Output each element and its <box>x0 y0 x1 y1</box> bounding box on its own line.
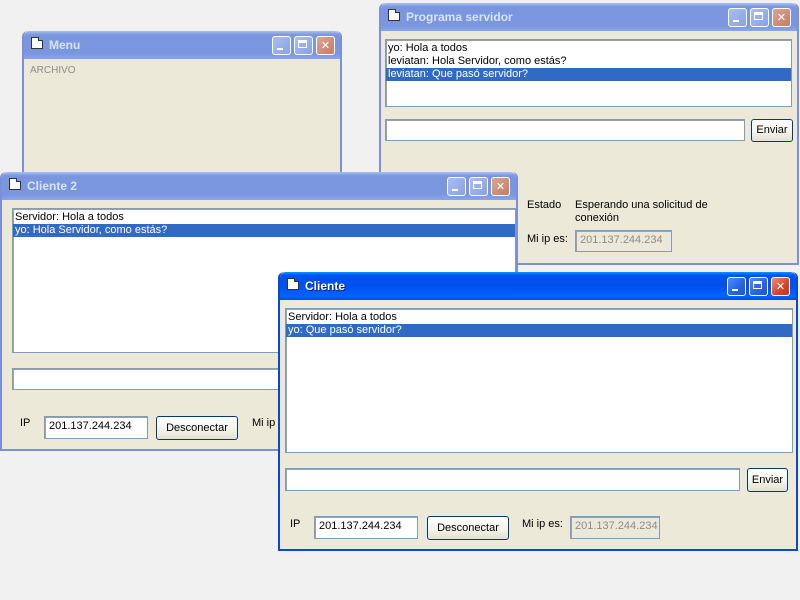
maximize-icon[interactable] <box>749 277 768 296</box>
list-item[interactable]: leviatan: Que pasó servidor? <box>386 68 791 81</box>
app-window-icon <box>287 278 299 290</box>
client-my-ip-label: Mi ip es: <box>522 518 563 530</box>
app-window-icon <box>9 178 21 190</box>
client-window: Cliente ✕ Servidor: Hola a todos yo: Que… <box>278 272 798 551</box>
list-item[interactable]: Servidor: Hola a todos <box>13 211 515 224</box>
list-item[interactable]: yo: Hola Servidor, como estás? <box>13 224 515 237</box>
maximize-icon[interactable] <box>294 36 313 55</box>
server-my-ip-field: 201.137.244.234 <box>575 230 672 252</box>
client2-ip-field[interactable]: 201.137.244.234 <box>44 416 148 439</box>
estado-value-line2: conexión <box>575 212 620 224</box>
maximize-icon[interactable] <box>469 177 488 196</box>
client-window-title: Cliente <box>305 279 346 293</box>
client-ip-label: IP <box>290 518 301 530</box>
app-window-icon <box>388 9 400 21</box>
client2-window-title: Cliente 2 <box>27 179 78 193</box>
list-item[interactable]: yo: Que pasó servidor? <box>286 324 792 337</box>
minimize-icon[interactable] <box>728 8 747 27</box>
client2-ip-label: IP <box>20 417 31 429</box>
menu-window-titlebar[interactable]: Menu ✕ <box>24 31 340 59</box>
maximize-icon[interactable] <box>750 8 769 27</box>
minimize-icon[interactable] <box>447 177 466 196</box>
client2-disconnect-button[interactable]: Desconectar <box>156 416 238 440</box>
app-window-icon <box>31 37 43 49</box>
client2-window-titlebar[interactable]: Cliente 2 ✕ <box>2 172 516 200</box>
list-item[interactable]: leviatan: Hola Servidor, como estás? <box>386 55 791 68</box>
menu-archivo[interactable]: ARCHIVO <box>30 65 76 76</box>
estado-label: Estado <box>527 199 562 211</box>
minimize-icon[interactable] <box>727 277 746 296</box>
list-item[interactable]: yo: Hola a todos <box>386 42 791 55</box>
server-messages-list[interactable]: yo: Hola a todos leviatan: Hola Servidor… <box>385 39 792 107</box>
client-disconnect-button[interactable]: Desconectar <box>427 516 509 540</box>
menu-window: Menu ✕ ARCHIVO <box>22 31 342 181</box>
client-ip-field[interactable]: 201.137.244.234 <box>314 516 418 539</box>
close-icon[interactable]: ✕ <box>491 177 510 196</box>
server-send-button[interactable]: Enviar <box>751 119 793 142</box>
menu-window-client: ARCHIVO <box>24 59 340 179</box>
client-send-button[interactable]: Enviar <box>747 468 788 492</box>
client-my-ip-field: 201.137.244.234 <box>570 516 660 539</box>
client-window-titlebar[interactable]: Cliente ✕ <box>280 272 796 300</box>
server-window-title: Programa servidor <box>406 10 513 24</box>
server-my-ip-label: Mi ip es: <box>527 233 568 245</box>
estado-value-line1: Esperando una solicitud de <box>575 199 708 211</box>
client-window-client: Servidor: Hola a todos yo: Que pasó serv… <box>280 300 796 549</box>
client-messages-list[interactable]: Servidor: Hola a todos yo: Que pasó serv… <box>285 308 793 453</box>
menu-window-title: Menu <box>49 38 81 52</box>
minimize-icon[interactable] <box>272 36 291 55</box>
close-icon[interactable]: ✕ <box>771 277 790 296</box>
close-icon[interactable]: ✕ <box>316 36 335 55</box>
close-icon[interactable]: ✕ <box>772 8 791 27</box>
list-item[interactable]: Servidor: Hola a todos <box>286 311 792 324</box>
server-window-titlebar[interactable]: Programa servidor ✕ <box>381 3 797 31</box>
client-message-input[interactable] <box>285 468 740 491</box>
server-message-input[interactable] <box>385 119 745 141</box>
